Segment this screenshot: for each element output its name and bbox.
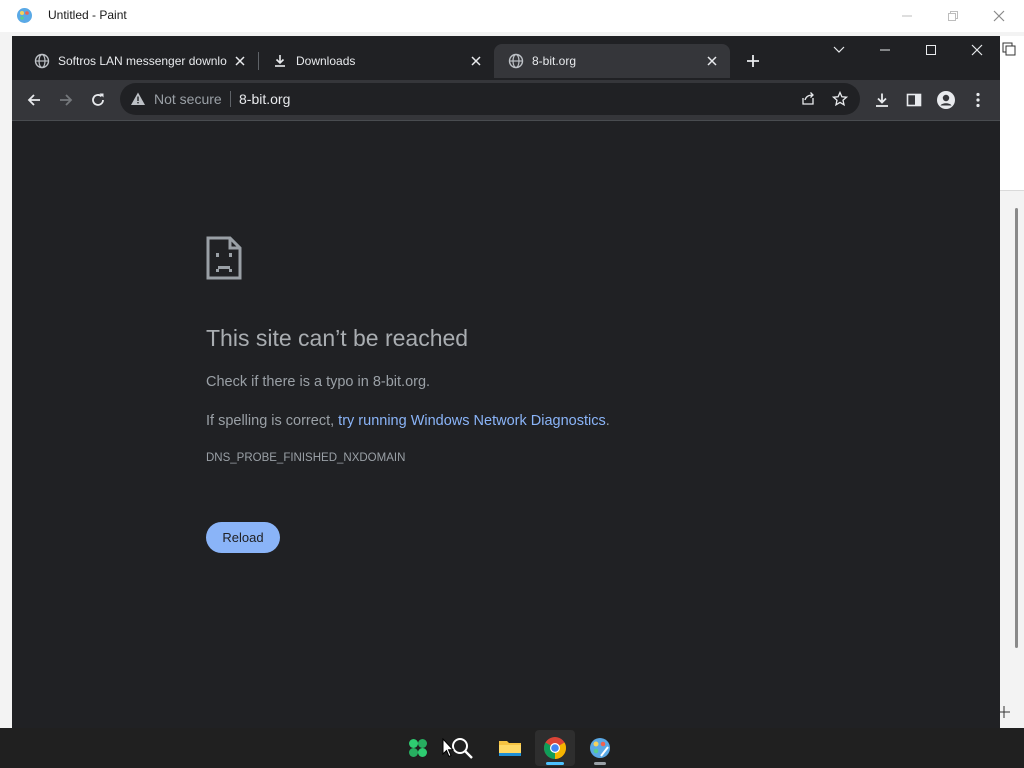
refresh-icon bbox=[92, 93, 104, 106]
taskbar bbox=[0, 728, 1024, 768]
reload-page-button[interactable]: Reload bbox=[206, 522, 280, 553]
maximize-icon bbox=[926, 45, 936, 55]
tab-title: Softros LAN messenger downlo bbox=[58, 54, 227, 68]
close-window-button[interactable] bbox=[954, 36, 1000, 64]
tab-strip: Softros LAN messenger downlo Downloads 8… bbox=[12, 36, 1000, 80]
error-title: This site can’t be reached bbox=[206, 325, 469, 351]
back-button[interactable] bbox=[18, 84, 50, 116]
paint-taskbar-button[interactable] bbox=[580, 730, 620, 766]
downloads-button[interactable] bbox=[866, 84, 898, 116]
start-button[interactable] bbox=[398, 730, 438, 766]
security-label[interactable]: Not secure bbox=[154, 91, 222, 107]
menu-button[interactable] bbox=[962, 84, 994, 116]
tab-title: Downloads bbox=[296, 54, 356, 68]
network-diagnostics-link[interactable]: try running Windows Network Diagnostics bbox=[338, 413, 606, 429]
maximize-button[interactable] bbox=[908, 36, 954, 64]
share-icon[interactable] bbox=[796, 87, 820, 111]
paint-scrollbar[interactable] bbox=[1012, 192, 1024, 712]
tab-downloads[interactable]: Downloads bbox=[258, 44, 494, 78]
paint-restore-button[interactable] bbox=[930, 0, 976, 32]
file-explorer-icon bbox=[499, 741, 521, 756]
arrow-left-icon bbox=[27, 94, 40, 106]
sad-document-icon bbox=[206, 236, 242, 280]
divider bbox=[230, 91, 231, 107]
minimize-icon bbox=[880, 49, 890, 51]
address-bar[interactable]: Not secure 8-bit.org bbox=[120, 83, 860, 115]
warning-icon[interactable] bbox=[130, 91, 146, 107]
bookmark-star-icon[interactable] bbox=[828, 87, 852, 111]
error-suggestion-typo: Check if there is a typo in 8-bit.org. bbox=[206, 374, 431, 390]
download-icon bbox=[272, 53, 288, 69]
start-icon bbox=[409, 739, 427, 757]
paint-titlebar: Untitled - Paint bbox=[0, 0, 1024, 32]
reload-button[interactable] bbox=[82, 84, 114, 116]
url-text[interactable]: 8-bit.org bbox=[239, 91, 290, 107]
paint-minimize-button[interactable] bbox=[884, 0, 930, 32]
chrome-taskbar-button[interactable] bbox=[535, 730, 575, 766]
chevron-down-icon bbox=[833, 46, 845, 53]
paint-icon bbox=[590, 738, 610, 758]
paint-ribbon-edge bbox=[1000, 36, 1024, 191]
close-icon bbox=[971, 44, 983, 56]
side-panel-button[interactable] bbox=[898, 84, 930, 116]
side-panel-icon bbox=[906, 93, 922, 107]
close-icon[interactable] bbox=[228, 49, 252, 73]
profile-button[interactable] bbox=[930, 84, 962, 116]
paint-layers-icon bbox=[1002, 42, 1016, 56]
forward-button[interactable] bbox=[50, 84, 82, 116]
tab-search-button[interactable] bbox=[816, 36, 862, 64]
minimize-button[interactable] bbox=[862, 36, 908, 64]
tab-8bit-org[interactable]: 8-bit.org bbox=[494, 44, 730, 78]
tab-softros[interactable]: Softros LAN messenger downlo bbox=[20, 44, 258, 78]
download-icon bbox=[876, 93, 888, 107]
plus-icon bbox=[747, 55, 759, 67]
tab-title: 8-bit.org bbox=[532, 54, 577, 68]
chrome-icon bbox=[544, 737, 566, 759]
globe-icon bbox=[34, 53, 50, 69]
chrome-window: Softros LAN messenger downlo Downloads 8… bbox=[12, 36, 1000, 728]
arrow-right-icon bbox=[60, 94, 73, 106]
error-code: DNS_PROBE_FINISHED_NXDOMAIN bbox=[206, 452, 406, 464]
avatar-icon bbox=[937, 91, 955, 109]
search-icon bbox=[452, 738, 473, 759]
error-suggestion-diagnostics: If spelling is correct, try running Wind… bbox=[206, 413, 610, 429]
error-suggestion-prefix: If spelling is correct, bbox=[206, 413, 339, 429]
paint-palette-icon bbox=[16, 7, 33, 24]
new-tab-button[interactable] bbox=[740, 48, 766, 74]
paint-close-button[interactable] bbox=[976, 0, 1022, 32]
close-icon[interactable] bbox=[464, 49, 488, 73]
paint-window-title: Untitled - Paint bbox=[48, 8, 127, 22]
more-vertical-icon bbox=[976, 92, 980, 108]
error-page: This site can’t be reached Check if ther… bbox=[12, 121, 1000, 728]
close-icon[interactable] bbox=[700, 49, 724, 73]
browser-toolbar: Not secure 8-bit.org bbox=[12, 80, 1000, 121]
mouse-cursor-icon bbox=[442, 738, 454, 758]
error-suggestion-suffix: . bbox=[605, 413, 610, 429]
paint-scrollbar-thumb[interactable] bbox=[1015, 208, 1018, 648]
file-explorer-button[interactable] bbox=[490, 730, 530, 766]
globe-icon bbox=[508, 53, 524, 69]
